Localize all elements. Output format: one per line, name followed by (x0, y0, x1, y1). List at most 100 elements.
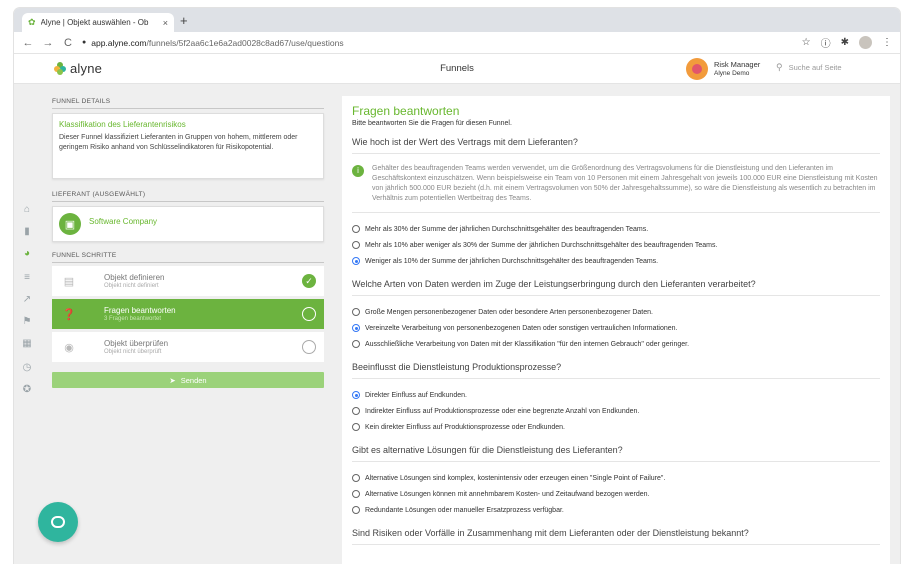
questions-subtitle: Bitte beantworten Sie die Fragen für die… (352, 120, 512, 127)
radio-button[interactable] (352, 241, 360, 249)
radio-option[interactable]: Indirekter Einfluss auf Produktionsproze… (352, 403, 880, 419)
document-icon[interactable]: ▮ (21, 226, 33, 238)
step-subtitle: Objekt nicht definiert (104, 283, 159, 289)
tab-strip: ✿ Alyne | Objekt auswählen - Ob × + (14, 8, 900, 32)
user-role: Risk Manager (714, 60, 761, 69)
option-label: Kein direkter Einfluss auf Produktionspr… (365, 423, 566, 431)
step-answer-questions[interactable]: ❓ Fragen beantworten 3 Fragen beantworte… (52, 299, 324, 329)
badge-icon[interactable]: ✪ (21, 384, 33, 396)
radio-button[interactable] (352, 423, 360, 431)
option-label: Ausschließliche Verarbeitung von Daten m… (365, 340, 690, 348)
tab-title: Alyne | Objekt auswählen - Ob (40, 18, 149, 27)
pie-chart-icon[interactable]: ◕ (21, 248, 33, 260)
radio-button[interactable] (352, 474, 360, 482)
back-icon[interactable]: ← (22, 37, 34, 49)
app: alyne Funnels Risk Manager Alyne Demo ⚲ … (14, 54, 900, 564)
open-circle-icon (302, 307, 316, 321)
option-label: Mehr als 30% der Summe der jährlichen Du… (365, 225, 649, 233)
supplier-badge-icon: ▣ (59, 213, 81, 235)
search-icon: ⚲ (776, 62, 783, 72)
send-button[interactable]: ➤ Senden (52, 372, 324, 388)
radio-option[interactable]: Vereinzelte Verarbeitung von personenbez… (352, 320, 880, 336)
flag-icon[interactable]: ⚑ (21, 316, 33, 328)
radio-button[interactable] (352, 407, 360, 415)
puzzle-icon[interactable]: ✱ (841, 37, 849, 48)
search-input[interactable]: Suche auf Seite (789, 63, 842, 72)
radio-button-selected[interactable] (352, 391, 360, 399)
step-define-object[interactable]: ▤ Objekt definieren Objekt nicht definie… (52, 266, 324, 296)
forward-icon[interactable]: → (42, 37, 54, 49)
radio-option[interactable]: Weniger als 10% der Summe der jährlichen… (352, 253, 880, 269)
bookmark-star-icon[interactable]: ☆ (802, 37, 811, 48)
radio-option[interactable]: Alternative Lösungen sind komplex, koste… (352, 470, 880, 486)
option-label: Alternative Lösungen können mit annehmba… (365, 490, 650, 498)
alyne-favicon-icon: ✿ (28, 17, 36, 27)
open-circle-icon (302, 340, 316, 354)
question-heading: Wie hoch ist der Wert des Vertrags mit d… (352, 137, 880, 154)
radio-button[interactable] (352, 506, 360, 514)
user-menu[interactable]: Risk Manager Alyne Demo (714, 60, 760, 78)
radio-option[interactable]: Ausschließliche Verarbeitung von Daten m… (352, 336, 880, 352)
radio-button[interactable] (352, 225, 360, 233)
radio-option[interactable]: Direkter Einfluss auf Endkunden. (352, 387, 880, 403)
radio-button[interactable] (352, 308, 360, 316)
option-label: Indirekter Einfluss auf Produktionsproze… (365, 407, 640, 415)
user-avatar[interactable] (686, 58, 708, 80)
clipboard-icon: ▤ (63, 275, 75, 288)
funnel-description: Dieser Funnel klassifiziert Lieferanten … (59, 134, 298, 151)
chat-button[interactable] (38, 502, 78, 542)
option-label: Mehr als 10% aber weniger als 30% der Su… (365, 241, 718, 249)
question-heading: Gibt es alternative Lösungen für die Die… (352, 445, 880, 462)
question-icon: ❓ (62, 308, 76, 321)
reload-icon[interactable]: C (62, 37, 74, 49)
browser-menu-icon[interactable]: ⋮ (882, 37, 892, 48)
option-label: Direkter Einfluss auf Endkunden. (365, 391, 467, 399)
radio-option[interactable]: Redundante Lösungen oder manueller Ersat… (352, 502, 880, 518)
step-title: Objekt überprüfen (104, 339, 169, 348)
radio-button[interactable] (352, 340, 360, 348)
tab-close-icon[interactable]: × (163, 18, 168, 28)
extension-icon[interactable]: ⓘ (821, 35, 831, 50)
option-label: Alternative Lösungen sind komplex, koste… (365, 474, 666, 482)
step-review-object[interactable]: ◉ Objekt überprüfen Objekt nicht überprü… (52, 332, 324, 362)
profile-avatar[interactable] (859, 36, 872, 49)
options-group: Direkter Einfluss auf Endkunden. Indirek… (352, 387, 880, 435)
radio-button-selected[interactable] (352, 257, 360, 265)
browser-window: ✿ Alyne | Objekt auswählen - Ob × + ← → … (14, 8, 900, 564)
home-icon[interactable]: ⌂ (21, 204, 33, 216)
step-title: Fragen beantworten (104, 306, 176, 315)
user-org: Alyne Demo (714, 70, 750, 77)
trend-icon[interactable]: ↗ (21, 294, 33, 306)
question-heading: Welche Arten von Daten werden im Zuge de… (352, 279, 880, 296)
radio-option[interactable]: Kein direkter Einfluss auf Produktionspr… (352, 419, 880, 435)
search-box[interactable]: ⚲ Suche auf Seite (776, 62, 842, 73)
info-icon: i (352, 165, 364, 177)
radio-option[interactable]: Mehr als 10% aber weniger als 30% der Su… (352, 237, 880, 253)
radio-button-selected[interactable] (352, 324, 360, 332)
checklist-icon[interactable]: ≡ (21, 272, 33, 284)
supplier-name: Software Company (89, 217, 158, 226)
option-label: Vereinzelte Verarbeitung von personenbez… (365, 324, 678, 332)
info-box: i Gehälter des beauftragenden Teams werd… (352, 164, 880, 213)
radio-button[interactable] (352, 490, 360, 498)
supplier-card[interactable]: ▣ Software Company (52, 206, 324, 242)
funnel-panel: FUNNEL DETAILS Klassifikation des Liefer… (52, 84, 324, 564)
question-heading: Beeinflusst die Dienstleistung Produktio… (352, 362, 880, 379)
radio-option[interactable]: Mehr als 30% der Summe der jährlichen Du… (352, 221, 880, 237)
radio-option[interactable]: Alternative Lösungen können mit annehmba… (352, 486, 880, 502)
radio-option[interactable]: Große Mengen personenbezogener Daten ode… (352, 304, 880, 320)
alarm-icon[interactable]: ◷ (21, 362, 33, 374)
browser-tab[interactable]: ✿ Alyne | Objekt auswählen - Ob × (22, 13, 174, 32)
dashboard-icon[interactable]: ▦ (21, 338, 33, 350)
send-label: Senden (180, 375, 207, 385)
browser-toolbar: ← → C ● app.alyne.com/funnels/5f2aa6c1e6… (14, 32, 900, 54)
funnel-title: Klassifikation des Lieferantenrisikos (59, 120, 186, 129)
supplier-label: LIEFERANT (AUSGEWÄHLT) (52, 191, 324, 202)
step-title: Objekt definieren (104, 273, 165, 282)
address-bar[interactable]: ● app.alyne.com/funnels/5f2aa6c1e6a2ad00… (82, 35, 794, 51)
app-header: alyne Funnels Risk Manager Alyne Demo ⚲ … (14, 54, 900, 84)
option-label: Redundante Lösungen oder manueller Ersat… (365, 506, 564, 514)
step-subtitle: 3 Fragen beantwortet (104, 316, 162, 322)
new-tab-button[interactable]: + (180, 13, 188, 28)
options-group: Mehr als 30% der Summe der jährlichen Du… (352, 221, 880, 269)
